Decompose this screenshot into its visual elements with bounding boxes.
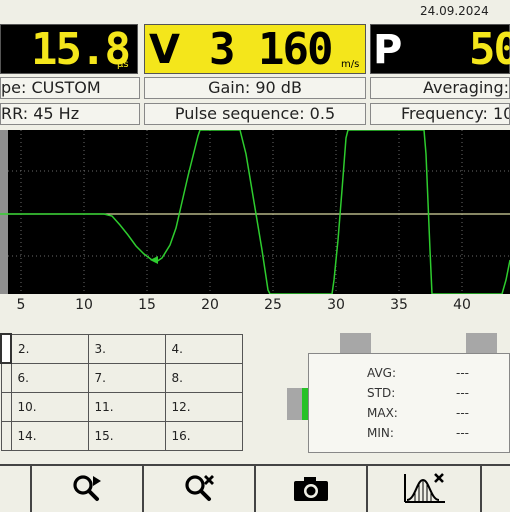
stat-value: --- xyxy=(456,386,469,400)
stat-label: AVG: xyxy=(367,366,396,380)
reading-cell[interactable] xyxy=(0,333,12,364)
screenshot-button[interactable] xyxy=(254,466,366,512)
stats-tab-right[interactable] xyxy=(466,333,497,353)
waveform-trace xyxy=(0,130,510,294)
velocity-letter: V xyxy=(149,27,180,73)
reading-cell[interactable]: 12. xyxy=(164,391,243,422)
x-tick-label: 15 xyxy=(138,297,156,313)
stat-label: STD: xyxy=(367,386,396,400)
p-readout: P 50 xyxy=(370,24,510,75)
zoom-in-button[interactable] xyxy=(30,466,142,512)
zoom-reset-icon xyxy=(185,475,214,501)
reading-cell[interactable]: 15. xyxy=(87,420,166,451)
x-tick-label: 10 xyxy=(75,297,93,313)
cursor-marker-icon xyxy=(150,256,158,264)
reading-cell[interactable]: 7. xyxy=(87,362,166,393)
x-tick-label: 20 xyxy=(201,297,219,313)
p-letter: P xyxy=(373,27,403,73)
x-tick-label: 25 xyxy=(264,297,282,313)
bottom-toolbar xyxy=(0,464,510,512)
toolbar-edge-button[interactable] xyxy=(480,466,510,512)
stats-tab-left[interactable] xyxy=(340,333,371,353)
x-tick-label: 5 xyxy=(16,297,26,313)
reading-cell[interactable]: 6. xyxy=(10,362,89,393)
velocity-value: 3 160 xyxy=(209,24,333,75)
reading-cell[interactable]: 10. xyxy=(10,391,89,422)
reading-cell[interactable]: 8. xyxy=(164,362,243,393)
prr-field[interactable]: RR: 45 Hz xyxy=(0,103,140,125)
reading-cell[interactable] xyxy=(0,362,12,393)
gain-field[interactable]: Gain: 90 dB xyxy=(144,77,366,99)
velocity-readout: V 3 160 m/s xyxy=(144,24,366,75)
x-tick-label: 30 xyxy=(327,297,345,313)
stat-value: --- xyxy=(456,426,469,440)
reading-cell[interactable] xyxy=(0,420,12,451)
type-field[interactable]: pe: CUSTOM xyxy=(0,77,140,99)
camera-icon xyxy=(294,477,328,501)
stat-label: MIN: xyxy=(367,426,394,440)
frequency-field[interactable]: Frequency: 10 xyxy=(370,103,510,125)
waveform-plot[interactable] xyxy=(0,130,510,294)
x-tick-label: 35 xyxy=(390,297,408,313)
p-value: 50 xyxy=(469,24,510,75)
zoom-reset-button[interactable] xyxy=(142,466,254,512)
reading-cell[interactable]: 3. xyxy=(87,333,166,364)
pulse-sequence-field[interactable]: Pulse sequence: 0.5 xyxy=(144,103,366,125)
stat-value: --- xyxy=(456,406,469,420)
stat-value: --- xyxy=(456,366,469,380)
x-tick-label: 40 xyxy=(453,297,471,313)
level-indicator-frame xyxy=(287,388,302,420)
averaging-field[interactable]: Averaging: xyxy=(370,77,510,99)
distribution-icon xyxy=(404,473,445,503)
velocity-unit: m/s xyxy=(341,59,360,70)
reading-cell[interactable]: 2. xyxy=(10,333,89,364)
reading-cell[interactable] xyxy=(0,391,12,422)
stat-label: MAX: xyxy=(367,406,398,420)
statistics-panel: AVG: --- STD: --- MAX: --- MIN: --- xyxy=(308,353,510,453)
time-value: 15.8 xyxy=(31,24,131,75)
left-gate-marker xyxy=(0,130,8,294)
distribution-button[interactable] xyxy=(366,466,480,512)
reading-cell[interactable]: 14. xyxy=(10,420,89,451)
table-row: 14. 15. 16. xyxy=(0,420,243,451)
zoom-in-icon xyxy=(73,475,101,501)
reading-cell[interactable]: 16. xyxy=(164,420,243,451)
table-row: 10. 11. 12. xyxy=(0,391,243,422)
reading-cells-table: 2. 3. 4. 6. 7. 8. 10. 11. 12. 14. 15. 16. xyxy=(0,333,243,451)
table-row: 2. 3. 4. xyxy=(0,333,243,364)
time-readout: 15.8 µs xyxy=(0,24,138,75)
time-unit: µs xyxy=(117,59,129,70)
table-row: 6. 7. 8. xyxy=(0,362,243,393)
reading-cell[interactable]: 11. xyxy=(87,391,166,422)
reading-cell[interactable]: 4. xyxy=(164,333,243,364)
date-label: 24.09.2024 xyxy=(420,4,489,18)
